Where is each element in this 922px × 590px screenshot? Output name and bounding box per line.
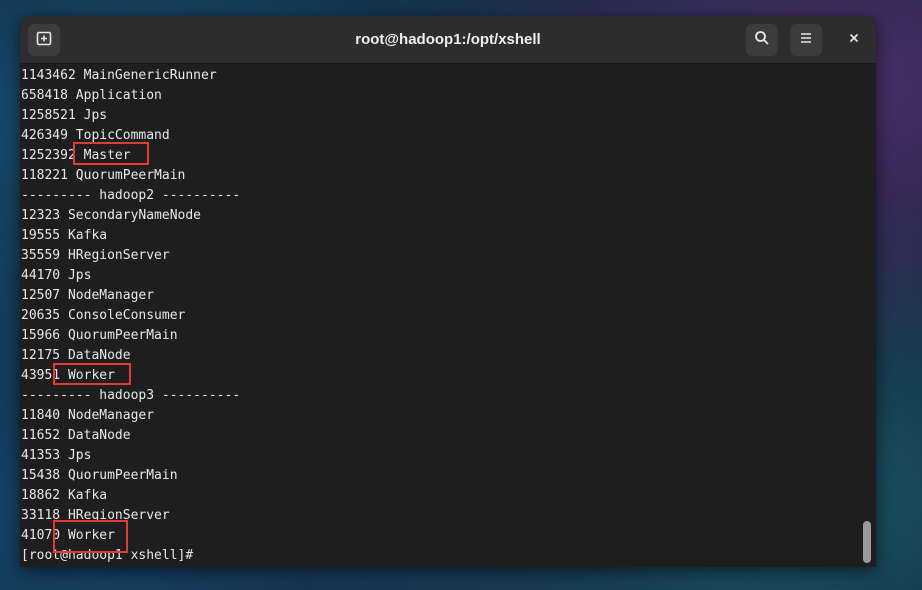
terminal-line: --------- hadoop2 ---------- (21, 188, 241, 203)
terminal-line: 44170 Jps (21, 268, 92, 283)
terminal-line: 12507 NodeManager (21, 288, 155, 303)
search-icon (754, 30, 770, 51)
highlight-box-worker-hadoop3 (53, 520, 128, 553)
terminal-line: 35559 HRegionServer (21, 248, 170, 263)
terminal-scrollbar[interactable] (863, 521, 871, 563)
terminal-line: 15966 QuorumPeerMain (21, 328, 178, 343)
close-button[interactable] (838, 24, 870, 56)
terminal-line: 1143462 MainGenericRunner (21, 68, 217, 83)
terminal-line: 658418 Application (21, 88, 162, 103)
terminal-line: 20635 ConsoleConsumer (21, 308, 186, 323)
menu-button[interactable] (790, 24, 822, 56)
terminal-line: 12323 SecondaryNameNode (21, 208, 202, 223)
terminal-line: 1258521 Jps (21, 108, 108, 123)
terminal-line: 41353 Jps (21, 448, 92, 463)
hamburger-menu-icon (798, 30, 814, 51)
terminal-line: 19555 Kafka (21, 228, 108, 243)
terminal-line: --------- hadoop3 ---------- (21, 388, 241, 403)
highlight-box-master (73, 142, 149, 165)
close-icon (847, 31, 861, 50)
terminal-line: 118221 QuorumPeerMain (21, 168, 186, 183)
terminal-line: 15438 QuorumPeerMain (21, 468, 178, 483)
terminal-line: 11652 DataNode (21, 428, 131, 443)
terminal-window: root@hadoop1:/opt/xshell 1143462 MainGen… (20, 16, 876, 567)
terminal-line: 11840 NodeManager (21, 408, 155, 423)
terminal-line: 18862 Kafka (21, 488, 108, 503)
terminal-output[interactable]: 1143462 MainGenericRunner 658418 Applicat… (20, 64, 860, 567)
title-bar: root@hadoop1:/opt/xshell (20, 16, 876, 64)
highlight-box-worker-hadoop2 (53, 363, 131, 385)
search-button[interactable] (746, 24, 778, 56)
